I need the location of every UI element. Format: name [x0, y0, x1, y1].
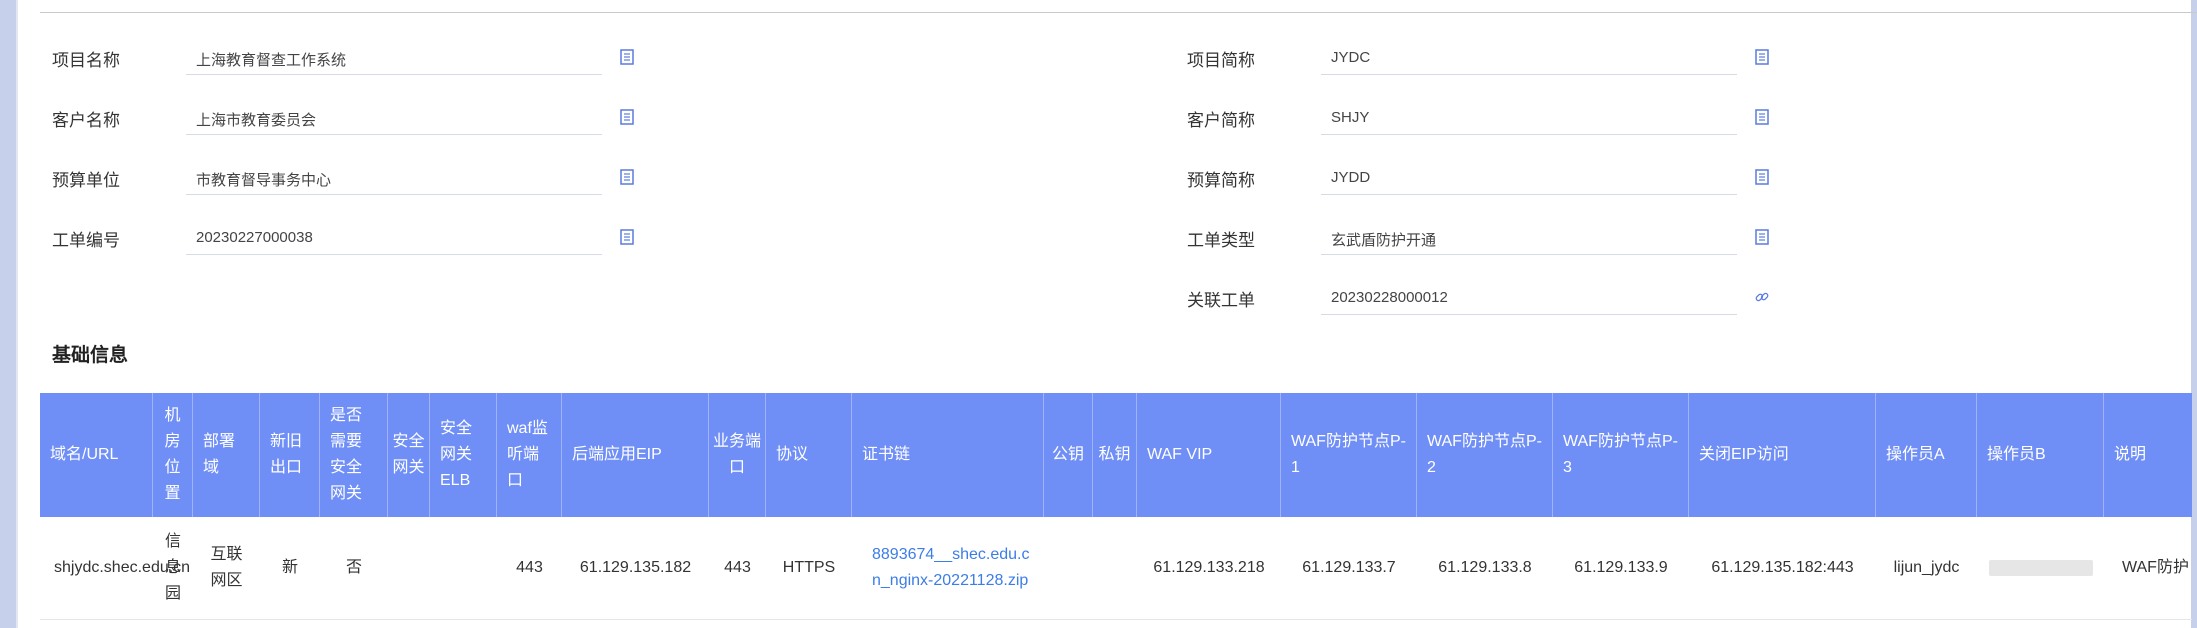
cell-note: WAF防护	[2122, 559, 2189, 576]
customer-short-label: 客户简称	[1187, 111, 1255, 130]
ticket-type-field: 工单类型 玄武盾防护开通	[1187, 220, 1787, 256]
cell-private-key	[1093, 517, 1137, 619]
cell-room: 信息园	[164, 533, 181, 602]
related-ticket-label: 关联工单	[1187, 291, 1255, 310]
document-icon[interactable]	[620, 229, 634, 245]
document-icon[interactable]	[1755, 109, 1769, 125]
document-icon[interactable]	[620, 49, 634, 65]
cell-operator-a: lijun_jydc	[1893, 559, 1960, 576]
col-p1[interactable]: WAF防护节点P-1	[1281, 393, 1417, 517]
project-name-input[interactable]: 上海教育督查工作系统	[186, 40, 602, 75]
document-icon[interactable]	[620, 109, 634, 125]
related-ticket-input[interactable]: 20230228000012	[1321, 280, 1737, 315]
budget-unit-field: 预算单位 市教育督导事务中心	[52, 160, 652, 196]
col-need-gateway[interactable]: 是否需要安全网关	[320, 393, 388, 517]
related-ticket-field: 关联工单 20230228000012	[1187, 280, 1787, 316]
document-icon[interactable]	[620, 169, 634, 185]
cell-gateway	[388, 517, 430, 619]
budget-short-input[interactable]: JYDD	[1321, 160, 1737, 195]
cell-backend-eip: 61.129.135.182	[579, 559, 692, 576]
col-p3[interactable]: WAF防护节点P-3	[1553, 393, 1689, 517]
cell-cert: 8893674__shec.edu.cn_nginx-20221128.zip	[852, 517, 1044, 619]
project-short-label: 项目简称	[1187, 51, 1255, 70]
col-protocol[interactable]: 协议	[766, 393, 852, 517]
customer-name-input[interactable]: 上海市教育委员会	[186, 100, 602, 135]
cell-zone: 互联网区	[210, 546, 243, 589]
cell-p3: 61.129.133.9	[1574, 559, 1668, 576]
cell-waf-port: 443	[516, 559, 543, 576]
cell-domain: shjydc.shec.edu.cn	[54, 559, 191, 576]
budget-unit-input[interactable]: 市教育督导事务中心	[186, 160, 602, 195]
cell-need-gateway: 否	[345, 559, 362, 576]
ticket-no-label: 工单编号	[52, 231, 120, 250]
col-private-key[interactable]: 私钥	[1093, 393, 1137, 517]
cell-close-eip: 61.129.135.182:443	[1711, 559, 1854, 576]
project-name-field: 项目名称 上海教育督查工作系统	[52, 40, 652, 76]
col-room[interactable]: 机房位置	[153, 393, 193, 517]
col-waf-port[interactable]: waf监听端口	[497, 393, 562, 517]
left-panel-edge	[0, 0, 16, 628]
budget-short-label: 预算简称	[1187, 171, 1255, 190]
col-gateway[interactable]: 安全网关	[388, 393, 430, 517]
col-note[interactable]: 说明	[2104, 393, 2192, 517]
col-exit[interactable]: 新旧出口	[260, 393, 320, 517]
document-icon[interactable]	[1755, 169, 1769, 185]
cell-biz-port: 443	[724, 559, 751, 576]
budget-unit-label: 预算单位	[52, 171, 120, 190]
col-domain[interactable]: 域名/URL	[40, 393, 153, 517]
customer-name-field: 客户名称 上海市教育委员会	[52, 100, 652, 136]
col-operator-a[interactable]: 操作员A	[1876, 393, 1977, 517]
col-p2[interactable]: WAF防护节点P-2	[1417, 393, 1553, 517]
link-icon[interactable]	[1755, 289, 1769, 305]
customer-short-input[interactable]: SHJY	[1321, 100, 1737, 135]
col-operator-b[interactable]: 操作员B	[1977, 393, 2104, 517]
document-icon[interactable]	[1755, 229, 1769, 245]
cell-exit: 新	[281, 559, 298, 576]
table-header: 域名/URL 机房位置 部署域 新旧出口 是否需要安全网关 安全网关 安全网关E…	[40, 393, 2192, 517]
project-short-input[interactable]: JYDC	[1321, 40, 1737, 75]
document-icon[interactable]	[1755, 49, 1769, 65]
project-name-label: 项目名称	[52, 51, 120, 70]
customer-short-field: 客户简称 SHJY	[1187, 100, 1787, 136]
cert-download-link[interactable]: 8893674__shec.edu.cn_nginx-20221128.zip	[872, 542, 1034, 594]
ticket-no-input[interactable]: 20230227000038	[186, 220, 602, 255]
cell-p2: 61.129.133.8	[1438, 559, 1532, 576]
cell-gateway-elb	[430, 517, 497, 619]
budget-short-field: 预算简称 JYDD	[1187, 160, 1787, 196]
cell-operator-b	[1977, 517, 2104, 619]
left-panel-divider	[16, 0, 18, 628]
col-close-eip[interactable]: 关闭EIP访问	[1689, 393, 1876, 517]
cell-public-key	[1044, 517, 1093, 619]
table-row[interactable]: shjydc.shec.edu.cn 信息园 互联网区 新 否 443 61.1…	[40, 517, 2192, 620]
section-title-basic-info: 基础信息	[52, 345, 129, 366]
ticket-type-label: 工单类型	[1187, 231, 1255, 250]
col-gateway-elb[interactable]: 安全网关ELB	[430, 393, 497, 517]
col-cert[interactable]: 证书链	[852, 393, 1044, 517]
col-backend-eip[interactable]: 后端应用EIP	[562, 393, 709, 517]
top-divider	[40, 12, 2197, 13]
col-waf-vip[interactable]: WAF VIP	[1137, 393, 1281, 517]
col-zone[interactable]: 部署域	[193, 393, 260, 517]
project-short-field: 项目简称 JYDC	[1187, 40, 1787, 76]
cell-p1: 61.129.133.7	[1302, 559, 1396, 576]
cell-waf-vip: 61.129.133.218	[1153, 559, 1265, 576]
col-biz-port[interactable]: 业务端口	[709, 393, 766, 517]
ticket-type-input[interactable]: 玄武盾防护开通	[1321, 220, 1737, 255]
redacted-value	[1988, 560, 2093, 576]
cell-protocol: HTTPS	[782, 559, 836, 576]
col-public-key[interactable]: 公钥	[1044, 393, 1093, 517]
ticket-no-field: 工单编号 20230227000038	[52, 220, 652, 256]
customer-name-label: 客户名称	[52, 111, 120, 130]
